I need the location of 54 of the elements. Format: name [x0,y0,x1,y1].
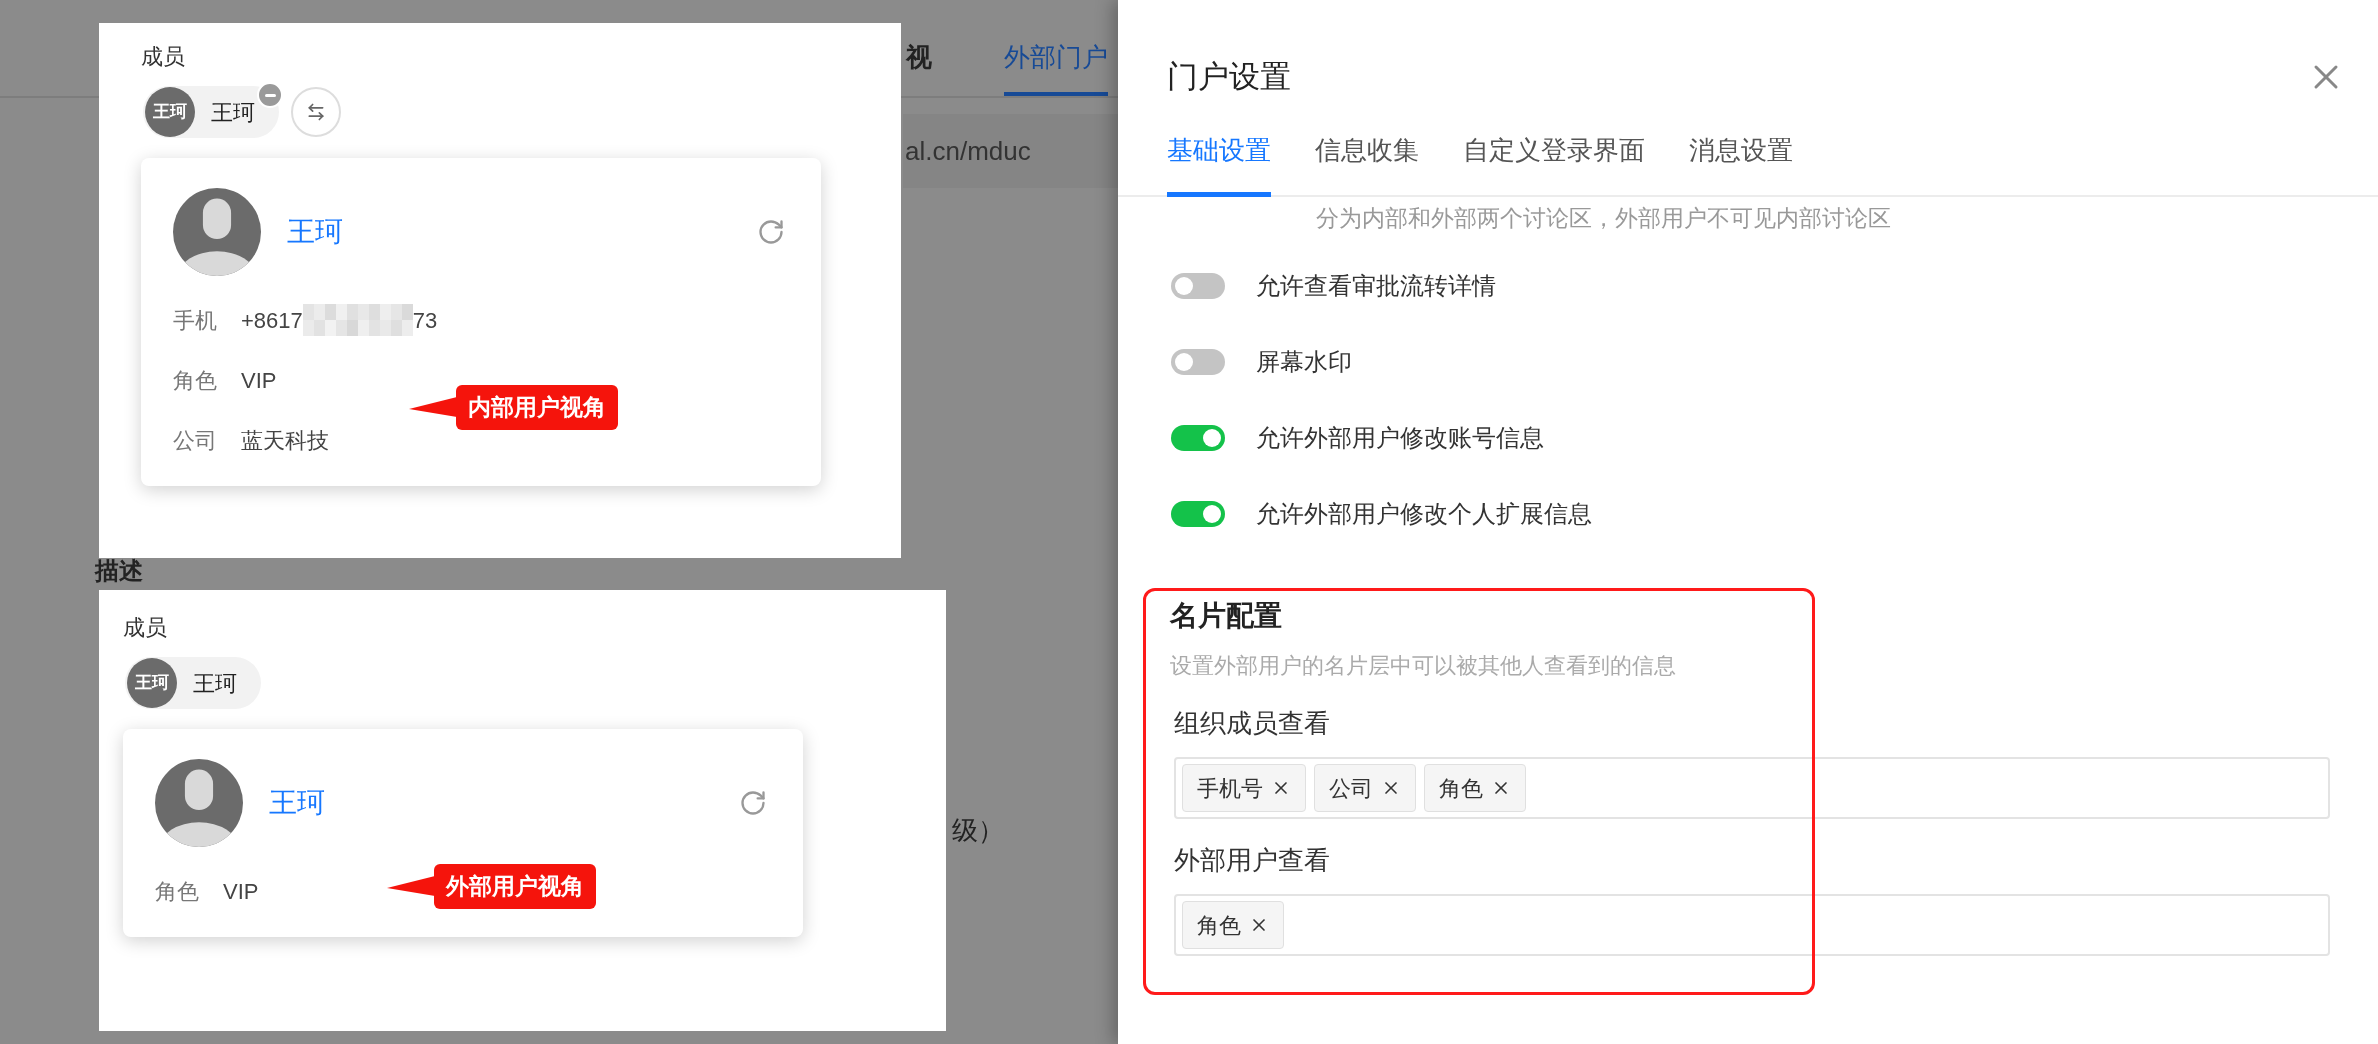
group-label: 外部用户查看 [1174,844,1331,877]
field-label: 角色 [173,366,218,395]
callout-pointer [387,874,435,899]
section-title: 名片配置 [1170,599,1283,633]
refresh-icon[interactable] [739,789,767,817]
swap-icon [306,102,326,122]
tag-select-field[interactable]: 手机号 公司 角色 [1174,757,2330,819]
member-chip[interactable]: 王珂 王珂 [125,657,261,709]
toggle-switch[interactable] [1171,501,1225,527]
selected-tag: 公司 [1314,764,1416,812]
toggle-switch[interactable] [1171,425,1225,451]
field-value: VIP [223,877,259,906]
selected-tag: 角色 [1424,764,1526,812]
callout-label: 内部用户视角 [456,385,618,430]
group-label: 组织成员查看 [1174,707,1331,740]
toggle-label: 允许外部用户修改账号信息 [1256,423,1544,453]
settings-tab[interactable]: 消息设置 [1689,130,1793,197]
profile-name[interactable]: 王珂 [287,211,343,253]
refresh-icon[interactable] [757,218,785,246]
toggle-label: 屏幕水印 [1256,347,1352,377]
field-value: +8617 [241,306,303,335]
settings-tab[interactable]: 自定义登录界面 [1463,130,1645,197]
toggle-switch[interactable] [1171,273,1225,299]
hint-text: 分为内部和外部两个讨论区，外部用户不可见内部讨论区 [1316,203,1892,233]
avatar: 王珂 [127,658,177,708]
member-name: 王珂 [193,669,237,698]
callout-label: 外部用户视角 [434,864,596,909]
member-chip[interactable]: 王珂 王珂 [143,86,279,138]
drawer-title: 门户设置 [1167,58,1291,96]
profile-name[interactable]: 王珂 [269,782,325,824]
toggle-label: 允许外部用户修改个人扩展信息 [1256,499,1592,529]
field-value: 73 [412,306,438,335]
member-name: 王珂 [211,98,255,127]
field-value: VIP [241,366,277,395]
field-label: 角色 [155,877,200,906]
section-description: 设置外部用户的名片层中可以被其他人查看到的信息 [1170,652,1677,680]
avatar: 王珂 [145,87,195,137]
tag-select-field[interactable]: 角色 [1174,894,2330,956]
option-text: 级） [952,815,1004,845]
field-value: 蓝天科技 [241,426,329,455]
settings-tab[interactable]: 基础设置 [1167,130,1271,197]
section-label: 成员 [123,614,168,642]
switch-button[interactable] [291,87,341,137]
field-label: 手机 [173,306,218,335]
selected-tag: 角色 [1182,901,1284,949]
page-tab[interactable]: 视 [906,36,932,96]
selected-tag: 手机号 [1182,764,1306,812]
section-label: 成员 [141,43,186,71]
settings-tab[interactable]: 信息收集 [1315,130,1419,197]
field-label: 描述 [95,557,143,584]
toggle-label: 允许查看审批流转详情 [1256,271,1496,301]
field-label: 公司 [173,426,218,455]
toggle-switch[interactable] [1171,349,1225,375]
callout-pointer [409,395,457,420]
